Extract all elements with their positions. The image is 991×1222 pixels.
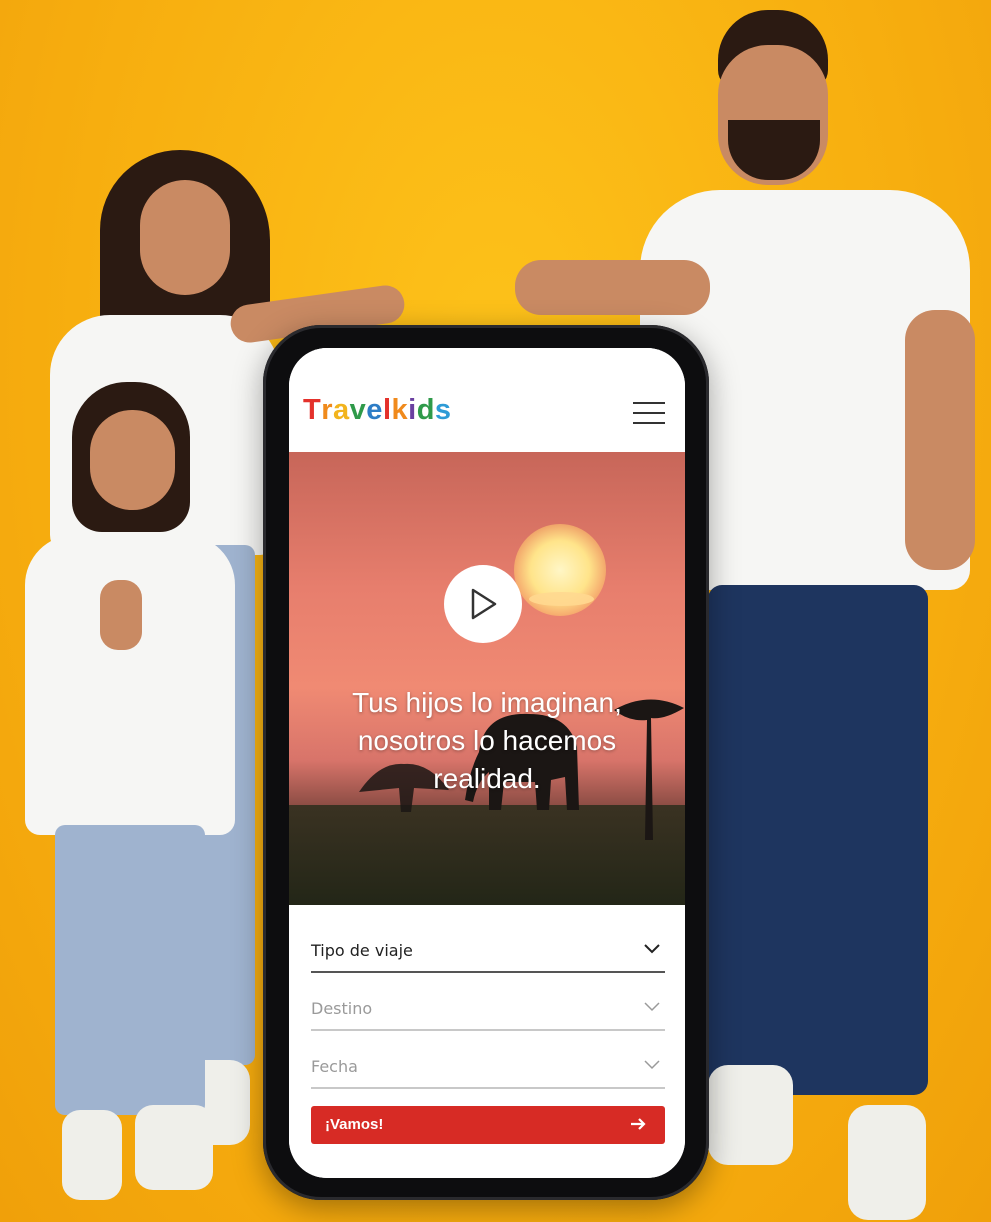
- field-underline: [311, 1029, 665, 1031]
- trip-type-label: Tipo de viaje: [311, 941, 413, 960]
- hero-banner: Tus hijos lo imaginan, nosotros lo hacem…: [289, 452, 685, 905]
- logo-letter: r: [321, 394, 334, 426]
- logo-letter: v: [349, 394, 367, 426]
- app-header: Travelkids: [289, 348, 685, 452]
- destination-label: Destino: [311, 999, 373, 1018]
- search-form: Tipo de viaje Destino Fecha ¡Vamos!: [289, 905, 685, 1178]
- destination-select[interactable]: Destino: [311, 991, 665, 1031]
- sun-reflection: [529, 592, 594, 606]
- logo-letter: k: [391, 394, 409, 426]
- headline-line: nosotros lo hacemos: [357, 725, 617, 756]
- logo-letter: l: [382, 394, 392, 426]
- headline-line: Tus hijos lo imaginan,: [352, 687, 622, 718]
- hero-headline: Tus hijos lo imaginan, nosotros lo hacem…: [289, 684, 685, 798]
- chevron-down-icon: [644, 1002, 660, 1012]
- date-select[interactable]: Fecha: [311, 1049, 665, 1089]
- hamburger-icon[interactable]: [633, 402, 665, 424]
- logo-letter: d: [416, 394, 435, 426]
- travelkids-logo[interactable]: Travelkids: [303, 394, 452, 427]
- play-button[interactable]: [444, 565, 522, 643]
- logo-letter: s: [434, 394, 452, 426]
- phone-screen: Travelkids Tus hijos lo imaginan, nosotr…: [289, 348, 685, 1178]
- headline-line: realidad.: [433, 763, 541, 794]
- submit-label: ¡Vamos!: [325, 1116, 384, 1133]
- submit-button[interactable]: ¡Vamos!: [311, 1106, 665, 1144]
- field-underline: [311, 971, 665, 973]
- field-underline: [311, 1087, 665, 1089]
- logo-letter: e: [366, 394, 383, 426]
- arrow-right-icon: [631, 1118, 646, 1130]
- logo-letter: T: [303, 394, 322, 426]
- trip-type-select[interactable]: Tipo de viaje: [311, 933, 665, 973]
- logo-letter: a: [333, 394, 350, 426]
- play-icon: [471, 588, 497, 620]
- logo-letter: i: [408, 394, 417, 426]
- chevron-down-icon: [644, 944, 660, 954]
- date-label: Fecha: [311, 1057, 358, 1076]
- chevron-down-icon: [644, 1060, 660, 1070]
